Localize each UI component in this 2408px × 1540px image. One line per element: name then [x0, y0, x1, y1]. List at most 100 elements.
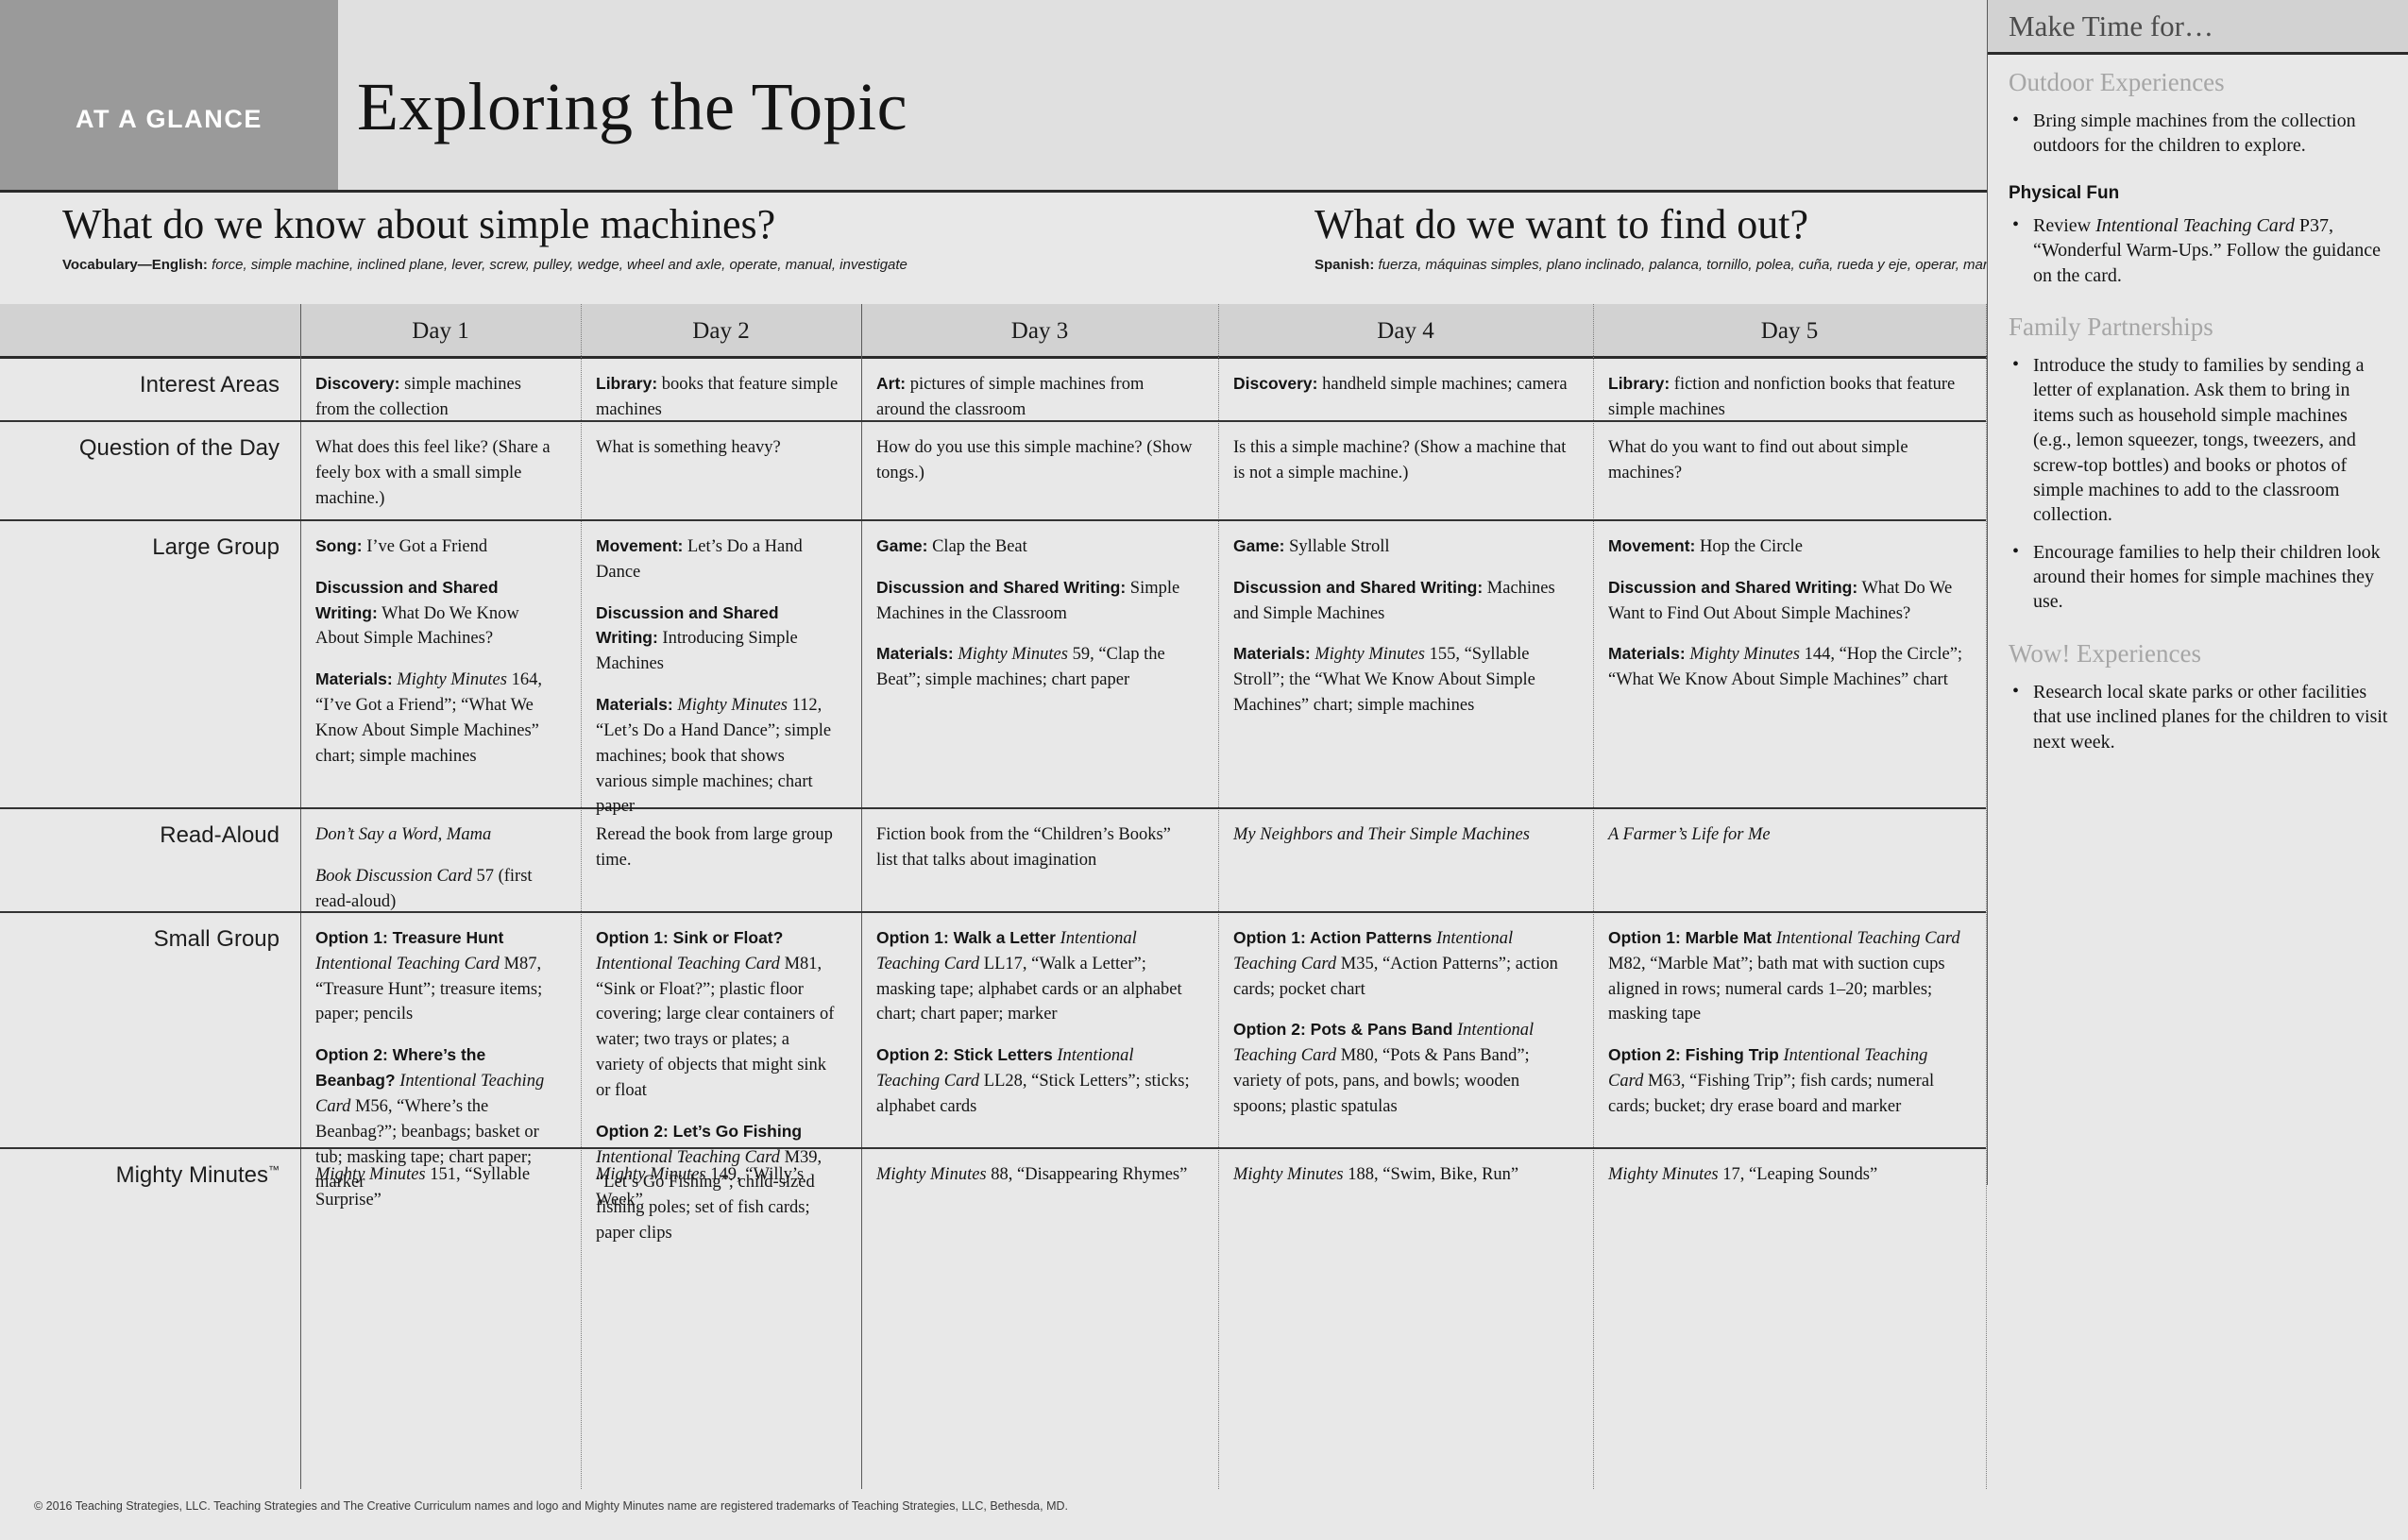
cell-text: What does this feel like? (Share a feely… — [315, 438, 551, 508]
sidebar-heading-family-partnerships: Family Partnerships — [2009, 312, 2213, 341]
plan-cell: My Neighbors and Their Simple Machines — [1233, 822, 1586, 848]
known-question-block: What do we know about simple machines? V… — [62, 200, 907, 273]
spanish-vocabulary-terms: fuerza, máquinas simples, plano inclinad… — [1378, 257, 2078, 273]
row-label-text: Mighty Minutes — [115, 1162, 268, 1188]
cell-text: handheld simple machines; camera — [1322, 375, 1568, 394]
sidebar-heading-physical-fun: Physical Fun — [2009, 182, 2120, 203]
sidebar-list-item: Research local skate parks or other faci… — [2012, 679, 2390, 754]
plan-row — [0, 1149, 1986, 1489]
cell-text: Fiction book from the “Children’s Books”… — [876, 825, 1171, 870]
cell-italic-title: My Neighbors and Their Simple Machines — [1233, 825, 1530, 844]
cell-italic-title: Mighty Minutes — [397, 670, 507, 690]
cell-text: What do you want to find out about simpl… — [1608, 438, 1908, 482]
cell-bold-lead: Option 2: Pots & Pans Band — [1233, 1020, 1453, 1040]
trademark-symbol: ™ — [268, 1163, 280, 1176]
plan-cell: Mighty Minutes 149, “Willy’s Week” — [596, 1162, 854, 1213]
cell-bold-lead: Discussion and Shared Writing: — [1608, 577, 1858, 597]
sidebar-text: Review — [2033, 214, 2096, 236]
cell-text: M63, “Fishing Trip”; fish cards; numeral… — [1608, 1072, 1935, 1116]
row-label-small-group: Small Group — [0, 926, 300, 953]
sidebar-list: Review Intentional Teaching Card P37, “W… — [2009, 212, 2390, 288]
sidebar-list-item: Encourage families to help their childre… — [2012, 539, 2390, 615]
copyright-footer: © 2016 Teaching Strategies, LLC. Teachin… — [34, 1499, 1068, 1513]
sidebar-text: Introduce the study to families by sendi… — [2033, 354, 2365, 526]
plan-cell: Mighty Minutes 188, “Swim, Bike, Run” — [1233, 1162, 1586, 1188]
plan-cell: Mighty Minutes 17, “Leaping Sounds” — [1608, 1162, 1978, 1188]
cell-text: pictures of simple machines from around … — [876, 375, 1145, 419]
cell-bold-lead: Option 1: Marble Mat — [1608, 928, 1772, 947]
cell-italic-title: Intentional Teaching Card — [315, 954, 500, 973]
cell-bold-lead: Movement: — [1608, 536, 1696, 555]
plan-cell: Option 1: Walk a Letter Intentional Teac… — [876, 926, 1211, 1120]
cell-bold-lead: Movement: — [596, 536, 684, 555]
cell-bold-lead: Song: — [315, 536, 363, 555]
cell-bold-lead: Option 2: Let’s Go Fishing — [596, 1121, 803, 1141]
cell-italic-title: A Farmer’s Life for Me — [1608, 825, 1771, 844]
english-vocabulary: Vocabulary—English: force, simple machin… — [62, 257, 907, 273]
cell-italic-title: Mighty Minutes — [677, 696, 788, 716]
plan-cell: Game: Syllable Stroll Discussion and Shar… — [1233, 534, 1586, 719]
plan-cell: What does this feel like? (Share a feely… — [315, 435, 573, 511]
sidebar-text: Research local skate parks or other faci… — [2033, 681, 2388, 753]
plan-cell: What is something heavy? — [596, 435, 854, 461]
day-header-3: Day 3 — [1010, 318, 1069, 344]
cell-text: Clap the Beat — [932, 537, 1027, 556]
cell-text: 88, “Disappearing Rhymes” — [986, 1165, 1188, 1184]
cell-text: What is something heavy? — [596, 438, 781, 457]
row-label-text: Small Group — [153, 926, 280, 952]
plan-cell: Song: I’ve Got a Friend Discussion and Sh… — [315, 534, 573, 770]
cell-italic-title: Mighty Minutes — [876, 1165, 987, 1184]
row-label-text: Read-Aloud — [160, 822, 280, 848]
sidebar-italic-title: Intentional Teaching Card — [2095, 214, 2295, 236]
spanish-vocabulary: Spanish: fuerza, máquinas simples, plano… — [1314, 257, 2078, 273]
sidebar-list: Introduce the study to families by sendi… — [2009, 352, 2390, 615]
make-time-title: Make Time for… — [2009, 8, 2213, 42]
sidebar-text: Bring simple machines from the collectio… — [2033, 110, 2356, 157]
cell-bold-lead: Materials: — [1608, 644, 1686, 664]
cell-bold-lead: Game: — [876, 536, 928, 555]
cell-text: Reread the book from large group time. — [596, 825, 833, 870]
plan-cell: What do you want to find out about simpl… — [1608, 435, 1978, 486]
sidebar-heading-wow-experiences: Wow! Experiences — [2009, 638, 2201, 668]
plan-cell: Movement: Let’s Do a Hand Dance Discussio… — [596, 534, 854, 820]
plan-cell: Discovery: handheld simple machines; cam… — [1233, 372, 1586, 398]
sidebar-text: Encourage families to help their childre… — [2033, 541, 2381, 613]
cell-bold-lead: Discovery: — [315, 374, 400, 393]
make-time-body: Outdoor Experiences Bring simple machines… — [2009, 68, 2390, 779]
plan-cell: Library: books that feature simple machi… — [596, 372, 854, 423]
row-label-interest-areas: Interest Areas — [0, 372, 300, 398]
row-label-text: Question of the Day — [78, 435, 280, 461]
make-time-header: Make Time for… — [1988, 0, 2408, 55]
row-label-large-group: Large Group — [0, 534, 300, 561]
sidebar-heading-outdoor-experiences: Outdoor Experiences — [2009, 68, 2225, 96]
cell-bold-lead: Option 1: Sink or Float? — [596, 928, 784, 947]
cell-bold-lead: Library: — [1608, 374, 1670, 393]
cell-bold-lead: Option 1: Action Patterns — [1233, 928, 1433, 947]
plan-cell: Is this a simple machine? (Show a machin… — [1233, 435, 1586, 486]
cell-bold-lead: Option 2: Stick Letters — [876, 1045, 1053, 1065]
plan-cell: Option 1: Marble Mat Intentional Teachin… — [1608, 926, 1978, 1120]
at-a-glance-label: AT A GLANCE — [75, 104, 263, 133]
day-header-4: Day 4 — [1377, 318, 1434, 344]
known-question-title: What do we know about simple machines? — [62, 201, 776, 247]
plan-cell: Movement: Hop the Circle Discussion and S… — [1608, 534, 1978, 693]
cell-text: Hop the Circle — [1700, 537, 1803, 556]
cell-bold-lead: Materials: — [876, 644, 954, 664]
cell-bold-lead: Option 1: Treasure Hunt — [315, 928, 504, 947]
plan-cell: How do you use this simple machine? (Sho… — [876, 435, 1211, 486]
cell-italic-title: Mighty Minutes — [1608, 1165, 1719, 1184]
cell-text: M81, “Sink or Float?”; plastic floor cov… — [596, 954, 835, 1100]
cell-italic-title: Mighty Minutes — [958, 645, 1068, 665]
